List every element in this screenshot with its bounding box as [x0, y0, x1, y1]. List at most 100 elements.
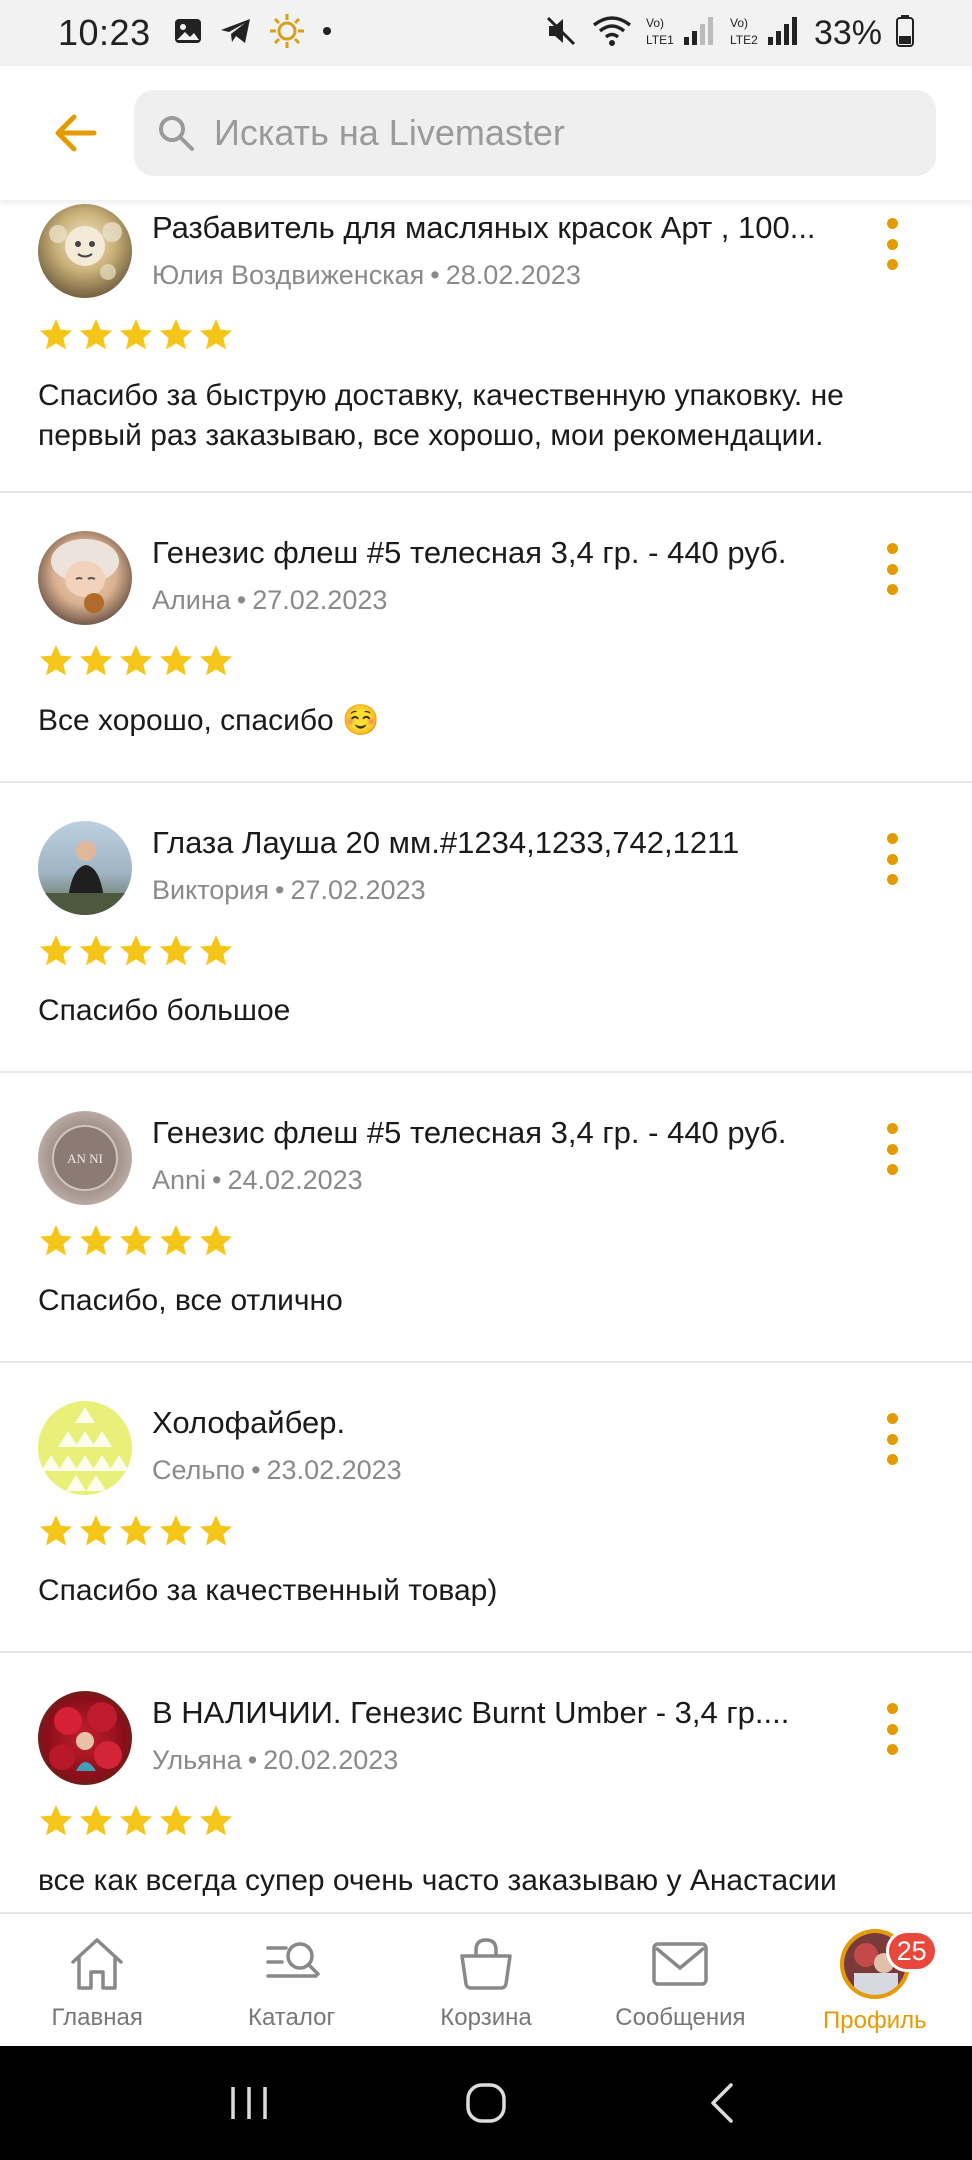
review-date: 23.02.2023 [266, 1455, 402, 1485]
review-item: AN NI Генезис флеш #5 телесная 3,4 гр. -… [0, 1073, 972, 1363]
status-right-icons: Vo) LTE1 Vo) LTE2 33% [544, 13, 914, 54]
review-text: Все хорошо, спасибо ☺️ [38, 704, 380, 737]
review-menu-button[interactable] [872, 1699, 912, 1759]
star-icon [120, 645, 152, 676]
star-icon [120, 1805, 152, 1836]
nav-profile[interactable]: 25 Профиль [778, 1914, 972, 2046]
avatar[interactable] [38, 204, 132, 298]
review-product-title[interactable]: Генезис флеш #5 телесная 3,4 гр. - 440 р… [152, 1115, 852, 1151]
star-icon [200, 645, 232, 676]
avatar[interactable] [38, 1401, 132, 1495]
avatar[interactable]: AN NI [38, 1111, 132, 1205]
review-menu-button[interactable] [872, 539, 912, 599]
svg-text:Vo): Vo) [646, 16, 664, 30]
review-meta: Anni • 24.02.2023 [152, 1165, 363, 1195]
review-text: Спасибо, все отлично [38, 1284, 343, 1317]
sun-icon [269, 13, 305, 54]
star-icon [80, 1515, 112, 1546]
lte2-signal-icon: Vo) LTE2 [730, 13, 800, 54]
basket-icon [460, 1938, 512, 1990]
status-left-icons [173, 13, 333, 54]
review-product-title[interactable]: В НАЛИЧИИ. Генезис Burnt Umber - 3,4 гр.… [152, 1695, 852, 1731]
review-text: Спасибо за качественный товар) [38, 1574, 498, 1607]
review-author[interactable]: Anni [152, 1165, 206, 1195]
system-nav [0, 2046, 972, 2160]
rating-stars [38, 933, 234, 969]
nav-messages[interactable]: Сообщения [583, 1914, 777, 2046]
review-meta: Сельпо • 23.02.2023 [152, 1455, 402, 1485]
star-icon [160, 1805, 192, 1836]
rating-stars [38, 317, 234, 353]
avatar[interactable] [38, 821, 132, 915]
recent-apps-icon [230, 2087, 267, 2119]
star-icon [200, 1805, 232, 1836]
nav-basket[interactable]: Корзина [389, 1914, 583, 2046]
review-product-title[interactable]: Генезис флеш #5 телесная 3,4 гр. - 440 р… [152, 535, 852, 571]
review-product-title[interactable]: Холофайбер. [152, 1405, 852, 1441]
review-author[interactable]: Сельпо [152, 1455, 245, 1485]
nav-basket-label: Корзина [440, 2004, 532, 2031]
star-icon [200, 319, 232, 350]
review-menu-button[interactable] [872, 1409, 912, 1469]
svg-text:Vo): Vo) [730, 16, 748, 30]
review-item: Холофайбер. Сельпо • 23.02.2023 Спасибо за… [0, 1363, 972, 1653]
review-meta: Ульяна • 20.02.2023 [152, 1745, 399, 1775]
telegram-icon [219, 16, 253, 51]
star-icon [80, 1805, 112, 1836]
svg-text:LTE2: LTE2 [730, 33, 758, 47]
review-meta: Юлия Воздвиженская • 28.02.2023 [152, 260, 581, 290]
star-icon [160, 935, 192, 966]
avatar[interactable] [38, 531, 132, 625]
review-author[interactable]: Виктория [152, 875, 269, 905]
review-date: 27.02.2023 [252, 585, 388, 615]
review-author[interactable]: Ульяна [152, 1745, 242, 1775]
nav-home[interactable]: Главная [0, 1914, 194, 2046]
review-menu-button[interactable] [872, 1119, 912, 1179]
review-author[interactable]: Юлия Воздвиженская [152, 260, 424, 290]
review-product-title[interactable]: Глаза Лауша 20 мм.#1234,1233,742,1211 [152, 825, 852, 861]
review-author[interactable]: Алина [152, 585, 231, 615]
review-date: 28.02.2023 [445, 260, 581, 290]
star-icon [40, 935, 72, 966]
review-menu-button[interactable] [872, 214, 912, 274]
review-product-title[interactable]: Разбавитель для масляных красок Арт , 10… [152, 210, 852, 246]
recent-apps-button[interactable] [209, 2063, 289, 2143]
status-bar: 10:23 Vo) LTE1 Vo) LTE2 33% [0, 0, 972, 66]
status-time: 10:23 [58, 12, 151, 53]
nav-home-label: Главная [51, 2004, 143, 2031]
review-menu-button[interactable] [872, 829, 912, 889]
rating-stars [38, 643, 234, 679]
review-text: все как всегда супер очень часто заказыв… [38, 1864, 837, 1897]
star-icon [200, 1515, 232, 1546]
search-icon [159, 116, 194, 151]
arrow-left-icon [55, 114, 97, 152]
search-input[interactable]: Искать на Livemaster [134, 90, 936, 176]
nav-catalog[interactable]: Каталог [194, 1914, 388, 2046]
star-icon [160, 319, 192, 350]
review-date: 20.02.2023 [263, 1745, 399, 1775]
rating-stars [38, 1513, 234, 1549]
rating-stars [38, 1223, 234, 1259]
star-icon [40, 319, 72, 350]
battery-icon [896, 14, 914, 52]
star-icon [80, 319, 112, 350]
dot-icon [321, 24, 333, 42]
rating-stars [38, 1803, 234, 1839]
star-icon [120, 1225, 152, 1256]
star-icon [40, 1805, 72, 1836]
home-icon [71, 1938, 123, 1990]
nav-messages-label: Сообщения [615, 2004, 746, 2031]
review-date: 24.02.2023 [227, 1165, 363, 1195]
system-home-button[interactable] [446, 2063, 526, 2143]
notification-badge: 25 [885, 1930, 938, 1972]
svg-text:LTE1: LTE1 [646, 33, 674, 47]
review-meta: Виктория • 27.02.2023 [152, 875, 426, 905]
lte1-signal-icon: Vo) LTE1 [646, 13, 716, 54]
avatar[interactable] [38, 1691, 132, 1785]
review-text: Спасибо за быструю доставку, качественну… [38, 379, 844, 452]
star-icon [120, 319, 152, 350]
system-back-button[interactable] [683, 2063, 763, 2143]
search-placeholder: Искать на Livemaster [214, 112, 565, 153]
back-button[interactable] [40, 98, 110, 168]
star-icon [40, 1225, 72, 1256]
